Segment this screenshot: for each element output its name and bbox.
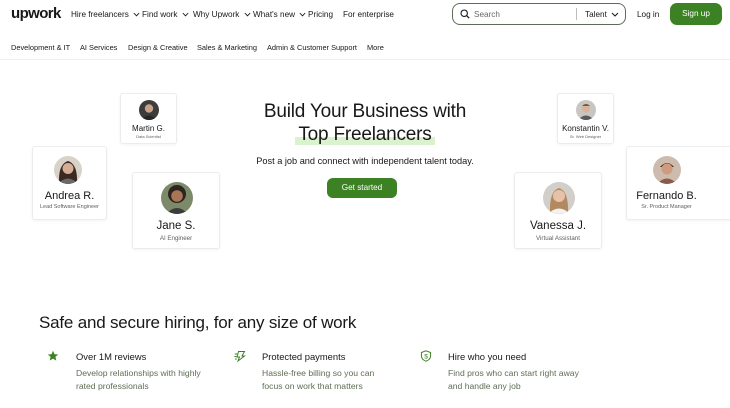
freelancer-role: Data Scientist [136,134,161,139]
nav-label: For enterprise [343,10,394,19]
search-icon [460,9,470,19]
freelancer-name: Fernando B. [636,190,697,202]
top-header: upwork Hire freelancers Find work Why Up… [0,0,730,30]
avatar [139,100,159,120]
feature-title: Hire who you need [448,351,527,362]
login-link[interactable]: Log in [637,10,659,19]
freelancer-name: Konstantin V. [562,124,609,133]
freelancer-card-fernando[interactable]: Fernando B. Sr. Product Manager [626,146,730,220]
freelancer-name: Andrea R. [44,190,95,202]
get-started-button[interactable]: Get started [327,178,397,198]
nav-pricing[interactable]: Pricing [308,10,333,19]
category-bar: Development & IT AI Services Design & Cr… [0,36,730,60]
svg-text:$: $ [424,353,428,360]
freelancer-role: Sr. Web Designer [569,134,602,139]
hiring-section-title: Safe and secure hiring, for any size of … [39,313,357,332]
avatar [653,156,681,184]
freelancer-card-jane[interactable]: Jane S. AI Engineer [132,172,220,249]
search-category-select[interactable]: Talent [585,10,607,19]
nav-label: Find work [142,10,178,19]
category-ai-services[interactable]: AI Services [80,43,117,52]
avatar [543,182,575,214]
chevron-down-icon [182,13,189,17]
chevron-down-icon [133,13,140,17]
chevron-down-icon [299,13,306,17]
chevron-down-icon [611,12,619,17]
nav-label: Pricing [308,10,334,19]
freelancer-card-martin[interactable]: Martin G. Data Scientist [120,93,177,144]
nav-hire-freelancers[interactable]: Hire freelancers [71,10,140,19]
avatar [576,100,596,120]
freelancer-card-konstantin[interactable]: Konstantin V. Sr. Web Designer [557,93,614,144]
freelancer-card-vanessa[interactable]: Vanessa J. Virtual Assistant [514,172,602,249]
feature-description: Find pros who can start right away [448,368,579,378]
shield-icon: $ [420,350,432,362]
freelancer-name: Martin G. [132,124,165,133]
payment-icon [234,351,246,362]
feature-description: rated professionals [76,381,149,391]
nav-label: Why Upwork [193,10,240,19]
avatar [161,182,193,214]
search-box[interactable]: Search Talent [452,3,626,25]
hero-title-highlight: Top Freelancers [295,124,435,145]
category-more[interactable]: More [367,43,384,52]
signup-button[interactable]: Sign up [670,3,722,25]
freelancer-role: Sr. Product Manager [641,204,692,210]
avatar [54,156,82,184]
nav-for-enterprise[interactable]: For enterprise [343,10,394,19]
hero-subtitle: Post a job and connect with independent … [256,156,474,166]
nav-label: Hire freelancers [71,10,129,19]
feature-description: focus on work that matters [262,381,363,391]
nav-why-upwork[interactable]: Why Upwork [193,10,251,19]
category-design-creative[interactable]: Design & Creative [128,43,188,52]
freelancer-role: Lead Software Engineer [39,204,99,210]
nav-label: What's new [253,10,296,19]
search-divider [576,8,577,20]
hero-title-line1: Build Your Business with [263,101,467,122]
feature-description: Develop relationships with highly [76,368,201,378]
category-admin-customer-support[interactable]: Admin & Customer Support [267,43,357,52]
category-sales-marketing[interactable]: Sales & Marketing [197,43,257,52]
chevron-down-icon [244,13,251,17]
freelancer-name: Jane S. [156,220,196,232]
search-input[interactable]: Search [474,10,500,19]
freelancer-role: Virtual Assistant [536,235,580,242]
feature-description: and handle any job [448,381,521,391]
nav-find-work[interactable]: Find work [142,10,189,19]
hero-title-line2: Top Freelancers [0,124,730,146]
feature-title: Over 1M reviews [76,351,147,362]
upwork-logo[interactable]: upwork [11,5,61,22]
freelancer-card-andrea[interactable]: Andrea R. Lead Software Engineer [32,146,107,220]
freelancer-name: Vanessa J. [529,220,587,232]
nav-whats-new[interactable]: What's new [253,10,306,19]
feature-title: Protected payments [262,351,346,362]
freelancer-role: AI Engineer [159,235,193,242]
feature-description: Hassle-free billing so you can [262,368,375,378]
star-icon [47,350,59,361]
category-development-it[interactable]: Development & IT [11,43,70,52]
